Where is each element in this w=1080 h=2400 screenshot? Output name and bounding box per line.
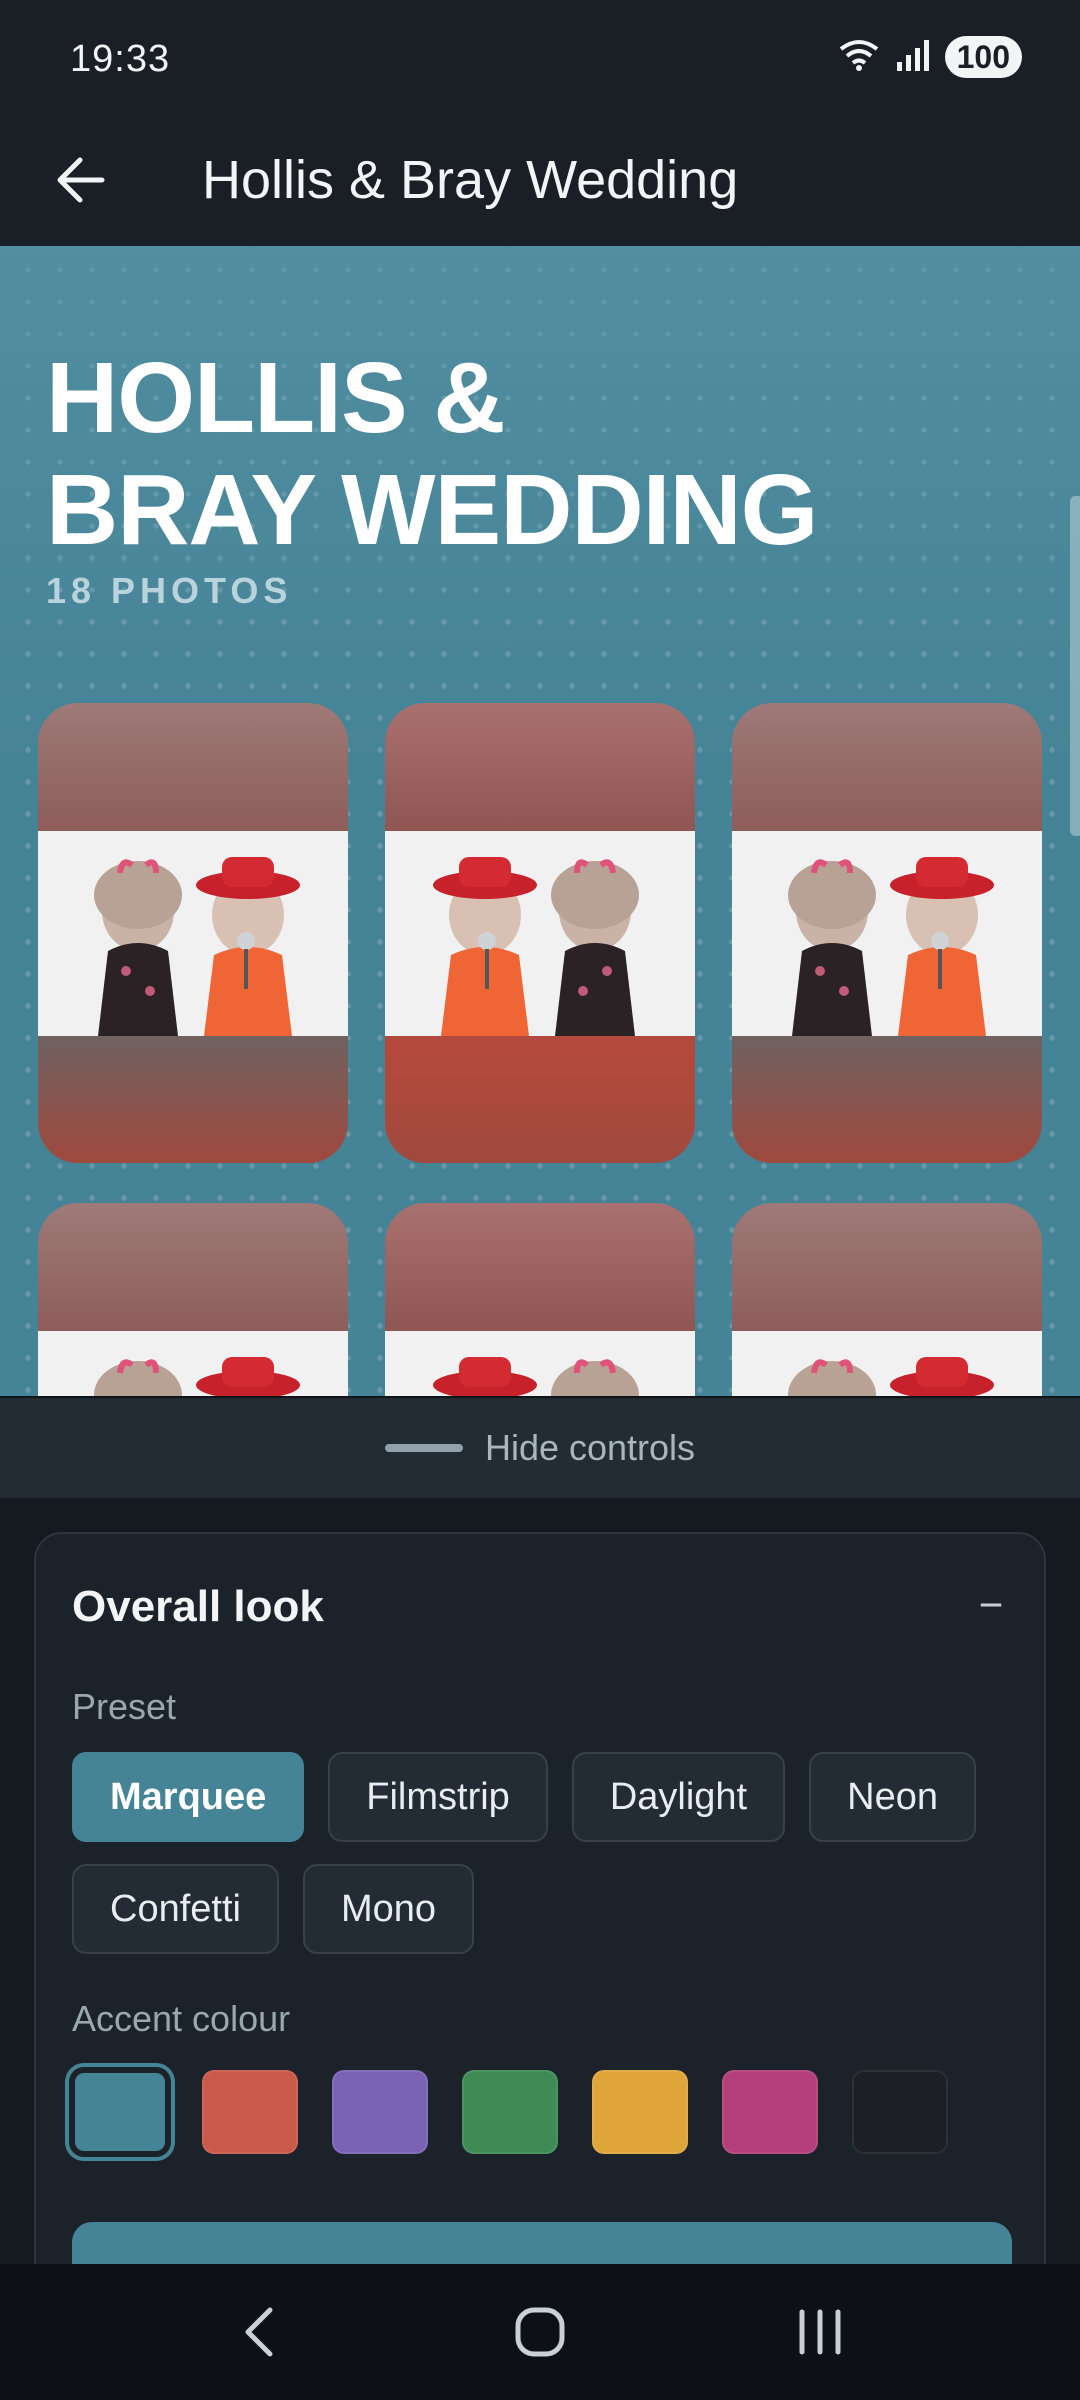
back-button[interactable] [40, 140, 120, 220]
preset-chips: Marquee Filmstrip Daylight Neon Confetti… [72, 1752, 1012, 1954]
accent-swatch[interactable] [202, 2070, 298, 2154]
accent-swatch[interactable] [462, 2070, 558, 2154]
gallery-title: HOLLIS & BRAY WEDDING [46, 342, 818, 566]
overall-look-card: Overall look − Preset Marquee Filmstrip … [34, 1532, 1046, 2264]
nav-home-icon [515, 2307, 565, 2357]
photo-image [385, 831, 695, 1036]
wifi-icon [837, 37, 881, 78]
collapse-button[interactable]: − [966, 1580, 1016, 1630]
accent-swatch[interactable] [65, 2063, 175, 2161]
gallery-title-line-2: BRAY WEDDING [46, 454, 818, 566]
status-time: 19:33 [70, 38, 171, 80]
photo-card[interactable] [385, 703, 695, 1163]
accent-swatch[interactable] [722, 2070, 818, 2154]
hide-controls-label: Hide controls [484, 1427, 696, 1468]
photo-card[interactable] [38, 703, 348, 1163]
photo-image [732, 831, 1042, 1036]
accent-swatch[interactable] [852, 2070, 948, 2154]
scrollbar-thumb[interactable] [1070, 496, 1080, 836]
gallery-preview[interactable]: HOLLIS & BRAY WEDDING 18 PHOTOS [0, 246, 1080, 1396]
preset-chip-marquee[interactable]: Marquee [72, 1752, 305, 1842]
accent-swatch[interactable] [592, 2070, 688, 2154]
status-bar: 19:33 100 [0, 0, 1080, 120]
nav-back-icon [245, 2307, 273, 2357]
app-bar: Hollis & Bray Wedding [0, 120, 1080, 246]
preset-chip-confetti[interactable]: Confetti [72, 1864, 279, 1954]
system-nav-bar [0, 2264, 1080, 2400]
accent-swatches [65, 2063, 948, 2161]
app-title: Hollis & Bray Wedding [202, 150, 739, 210]
gallery-title-line-1: HOLLIS & [46, 342, 506, 454]
signal-icon [895, 38, 931, 77]
photo-grid [38, 703, 1042, 1396]
accent-colour-label: Accent colour [72, 1998, 291, 2039]
controls-panel: Overall look − Preset Marquee Filmstrip … [0, 1498, 1080, 2264]
nav-recents-icon [799, 2309, 841, 2355]
accent-preview-bar [72, 2222, 1012, 2264]
photo-image [38, 831, 348, 1036]
preset-chip-mono[interactable]: Mono [302, 1864, 475, 1954]
photo-image [385, 1331, 695, 1396]
photo-card[interactable] [385, 1203, 695, 1396]
drag-handle-icon [384, 1444, 463, 1452]
photo-image [732, 1331, 1042, 1396]
preset-chip-neon[interactable]: Neon [809, 1752, 976, 1842]
photo-card[interactable] [732, 703, 1042, 1163]
nav-recents-button[interactable] [760, 2282, 880, 2382]
photo-card[interactable] [38, 1203, 348, 1396]
battery-indicator: 100 [944, 36, 1022, 78]
photo-card[interactable] [732, 1203, 1042, 1396]
card-title: Overall look [72, 1582, 324, 1631]
photo-image [38, 1331, 348, 1396]
nav-home-button[interactable] [480, 2282, 600, 2382]
preset-label: Preset [72, 1686, 177, 1727]
preset-chip-filmstrip[interactable]: Filmstrip [328, 1752, 548, 1842]
nav-back-button[interactable] [200, 2282, 320, 2382]
photo-count: 18 PHOTOS [46, 570, 293, 611]
hide-controls-button[interactable]: Hide controls [0, 1396, 1080, 1498]
arrow-back-icon [57, 157, 105, 203]
accent-swatch[interactable] [332, 2070, 428, 2154]
preset-chip-daylight[interactable]: Daylight [571, 1752, 786, 1842]
status-icons: 100 [837, 36, 1022, 78]
